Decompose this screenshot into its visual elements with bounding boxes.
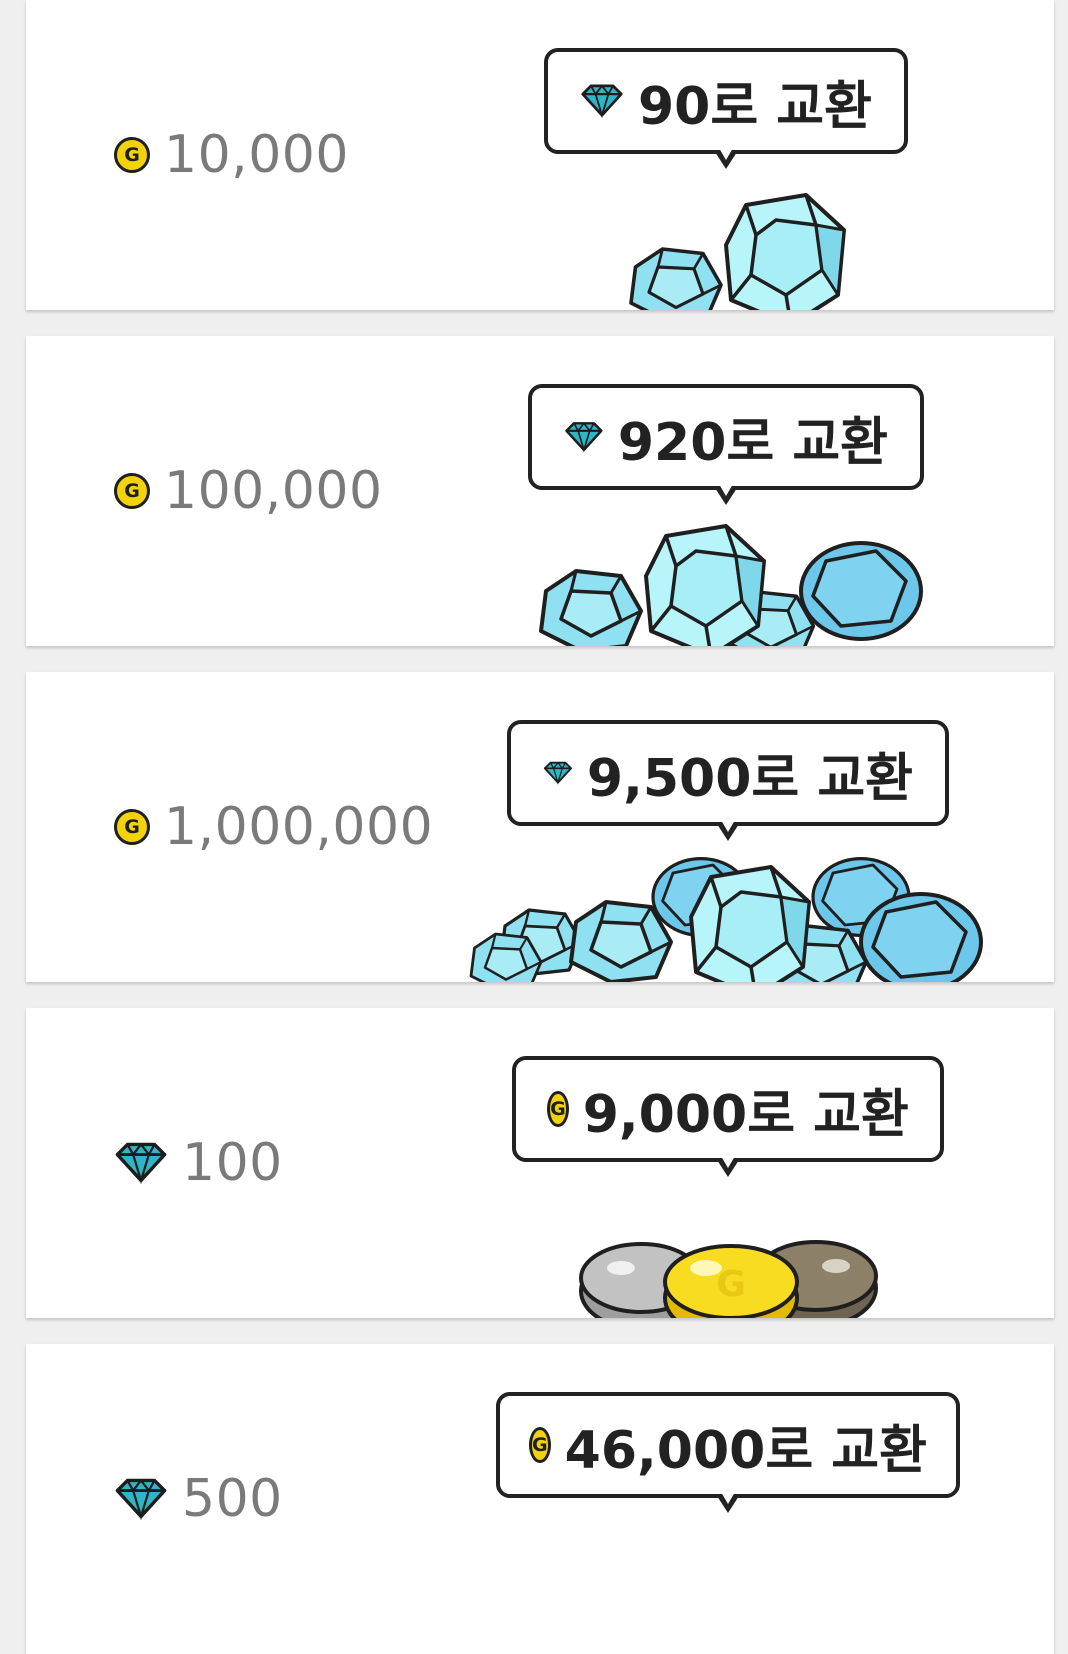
exchange-label: 46,000로 교환 [564, 1420, 927, 1481]
coin-icon: G [114, 137, 150, 173]
exchange-card-4[interactable]: 100 G 9,000로 교환 G [26, 1008, 1054, 1318]
coin-icon: G [114, 809, 150, 845]
gem-icon [115, 1478, 167, 1519]
exchange-card-2[interactable]: G 100,000 920로 교환 [26, 336, 1054, 646]
svg-text:G: G [716, 1264, 746, 1305]
cost-display: G 100,000 [114, 336, 383, 646]
exchange-card-5[interactable]: 500 G 46,000로 교환 [26, 1344, 1054, 1654]
coin-icon: G [547, 1091, 569, 1127]
exchange-button[interactable]: G 9,000로 교환 [512, 1056, 944, 1177]
exchange-button[interactable]: G 46,000로 교환 [496, 1392, 960, 1513]
coin-icon: G [529, 1427, 551, 1463]
gem-pile-large-illustration [469, 856, 983, 982]
gem-icon [115, 1142, 167, 1183]
exchange-label: 920로 교환 [617, 412, 888, 473]
coin-icon: G [114, 473, 150, 509]
cost-display: 500 [114, 1344, 283, 1654]
gem-icon [543, 761, 572, 784]
cost-amount: 10,000 [164, 125, 349, 185]
exchange-button[interactable]: 9,500로 교환 [507, 720, 949, 841]
exchange-button[interactable]: 920로 교환 [528, 384, 924, 505]
coin-pile-illustration: G [579, 1240, 878, 1318]
exchange-label: 9,500로 교환 [586, 748, 913, 809]
cost-display: 100 [114, 1008, 283, 1318]
gem-pile-medium-illustration [539, 524, 923, 646]
cost-amount: 100 [182, 1133, 283, 1193]
exchange-label: 90로 교환 [638, 76, 872, 137]
cost-display: G 1,000,000 [114, 672, 433, 982]
exchange-label: 9,000로 교환 [582, 1084, 909, 1145]
cost-display: G 10,000 [114, 0, 349, 310]
cost-amount: 1,000,000 [164, 797, 434, 857]
exchange-card-1[interactable]: G 10,000 90로 교환 [26, 0, 1054, 310]
gem-icon [581, 84, 623, 117]
gem-pile-small-illustration [629, 193, 846, 310]
cost-amount: 100,000 [164, 461, 383, 521]
gem-icon [565, 422, 603, 452]
exchange-button[interactable]: 90로 교환 [544, 48, 908, 169]
cost-amount: 500 [182, 1469, 283, 1529]
exchange-card-3[interactable]: G 1,000,000 9,500로 교환 [26, 672, 1054, 982]
